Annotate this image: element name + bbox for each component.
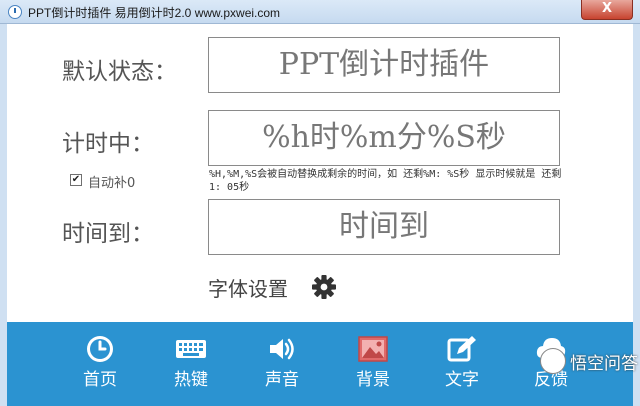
nav-item-sound[interactable]: 声音 — [252, 334, 312, 394]
close-button[interactable]: X — [581, 0, 633, 20]
image-icon — [358, 336, 388, 362]
nav-item-background[interactable]: 背景 — [343, 334, 403, 394]
watermark-logo-icon — [540, 348, 566, 374]
counting-input[interactable]: %h时%m分%S秒 — [208, 110, 560, 166]
title-bar: PPT倒计时插件 易用倒计时2.0 www.pxwei.com X — [0, 0, 640, 24]
time-up-label: 时间到： — [62, 221, 154, 247]
autofill-zero-label: 自动补0 — [88, 176, 136, 191]
keyboard-icon — [176, 340, 206, 358]
counting-label: 计时中： — [62, 131, 154, 157]
default-state-label: 默认状态： — [62, 59, 177, 85]
edit-icon — [447, 336, 476, 362]
nav-label-home: 首页 — [83, 370, 117, 390]
app-clock-icon — [8, 5, 22, 19]
default-state-input[interactable]: PPT倒计时插件 — [208, 37, 560, 93]
gear-icon[interactable] — [311, 274, 337, 300]
watermark: 悟空问答 — [540, 346, 638, 376]
nav-label-text: 文字 — [445, 370, 479, 390]
checkbox-box[interactable]: ✔ — [70, 174, 82, 186]
nav-item-hotkey[interactable]: 热键 — [161, 334, 221, 394]
format-hint: %H,%M,%S会被自动替换成剩余的时间，如 还剩%M: %S秒 显示时候就是 … — [209, 169, 562, 193]
watermark-text: 悟空问答 — [570, 354, 638, 374]
clock-icon — [87, 336, 113, 362]
nav-label-hotkey: 热键 — [174, 370, 208, 390]
nav-item-text[interactable]: 文字 — [432, 334, 492, 394]
speaker-icon — [270, 338, 294, 360]
nav-item-home[interactable]: 首页 — [70, 334, 130, 394]
nav-label-sound: 声音 — [265, 370, 299, 390]
nav-label-background: 背景 — [356, 370, 390, 390]
window-title: PPT倒计时插件 易用倒计时2.0 www.pxwei.com — [28, 6, 281, 20]
time-up-input[interactable]: 时间到 — [208, 199, 560, 255]
font-settings-button[interactable]: 字体设置 — [208, 273, 288, 302]
